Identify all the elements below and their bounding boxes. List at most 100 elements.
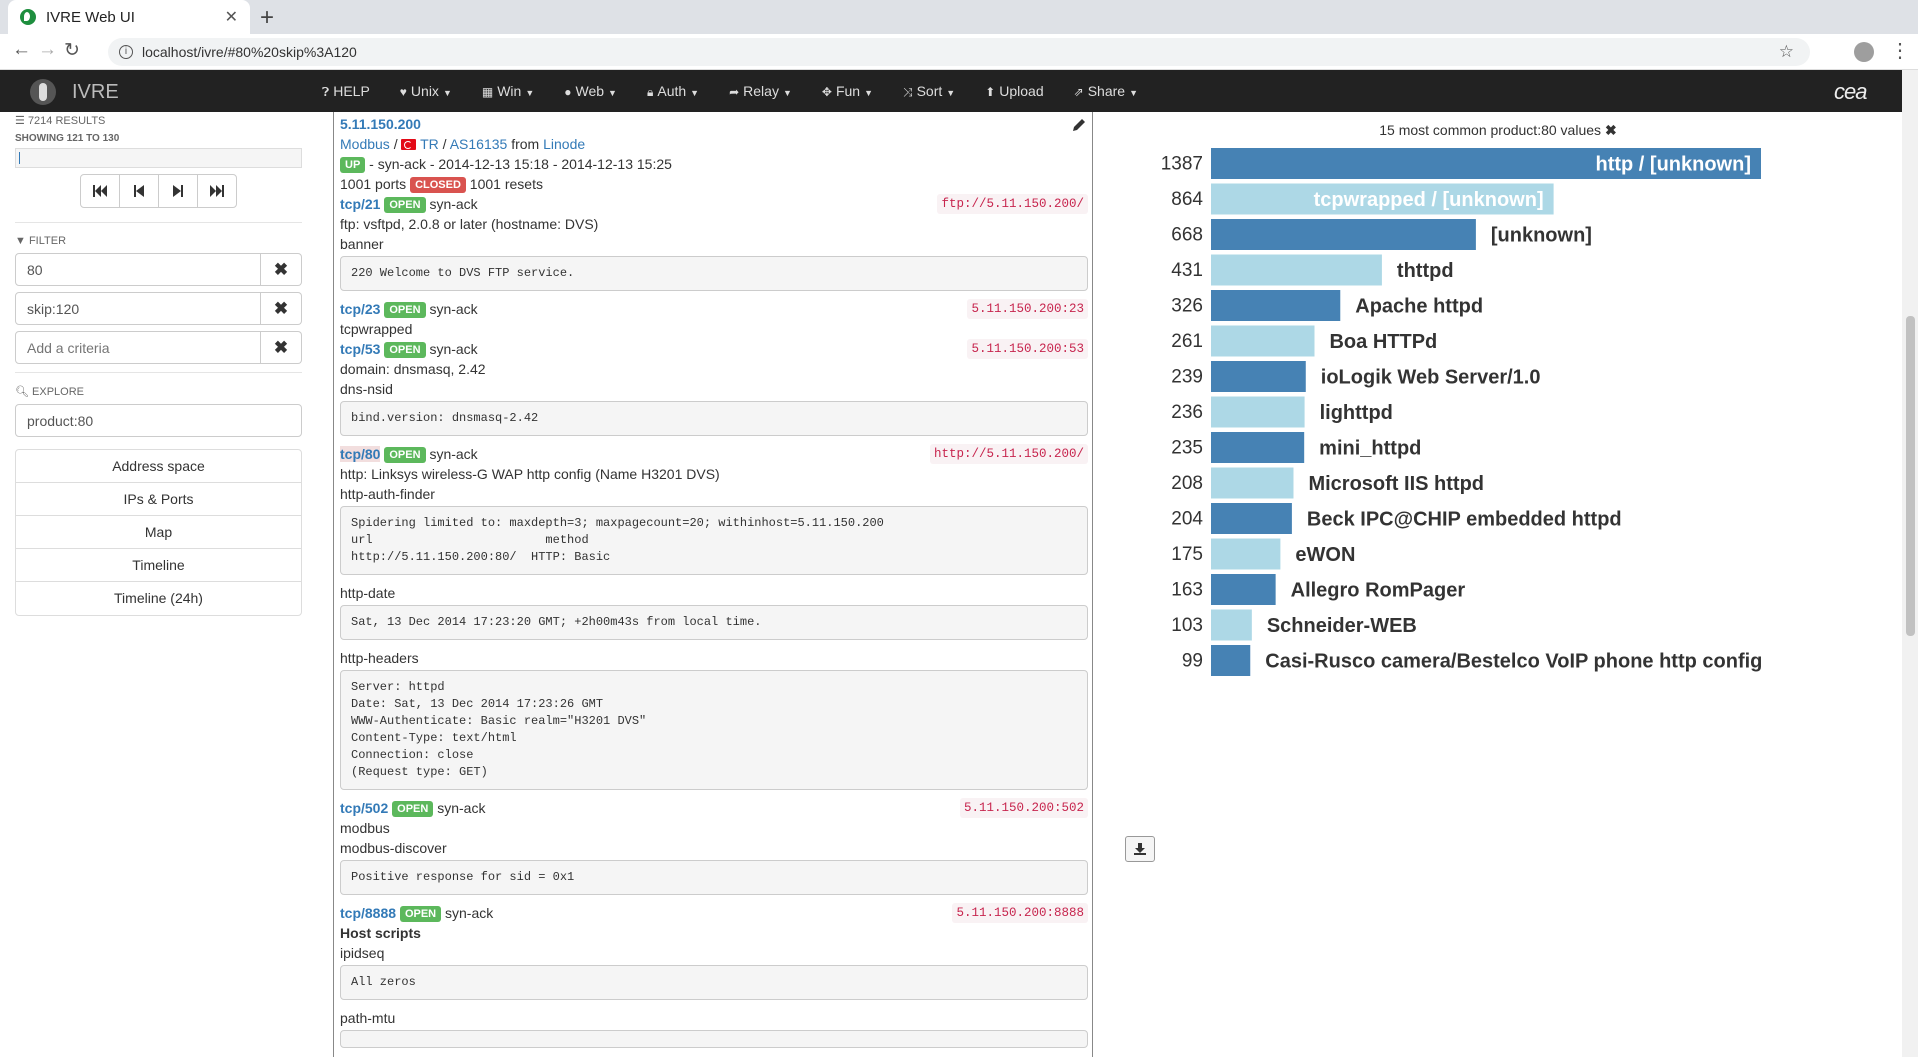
view-timeline-24h[interactable]: Timeline (24h) (16, 582, 301, 615)
showing-range: SHOWING 121 TO 130 (15, 133, 120, 144)
bar-category-label[interactable]: http / [unknown] (1595, 154, 1751, 176)
chart-bar[interactable] (1211, 467, 1294, 499)
last-page-button[interactable] (196, 174, 237, 208)
from-text: from (511, 136, 540, 152)
filter-input-1[interactable] (15, 253, 261, 286)
brand[interactable]: IVRE (30, 79, 119, 105)
port-link[interactable]: tcp/8888 (340, 905, 396, 921)
close-tab-icon[interactable]: ✕ (225, 7, 238, 27)
bar-category-label[interactable]: [unknown] (1491, 225, 1592, 247)
chart-bar[interactable] (1211, 609, 1252, 641)
bookmark-star-icon[interactable]: ☆ (1779, 38, 1794, 66)
chart-bar[interactable] (1211, 396, 1305, 428)
bar-category-label[interactable]: mini_httpd (1319, 438, 1421, 460)
add-criteria-input[interactable] (15, 331, 261, 364)
port-url[interactable]: 5.11.150.200:502 (959, 798, 1088, 818)
info-icon[interactable]: i (119, 45, 133, 59)
menu-upload[interactable]: ⬆ Upload (985, 83, 1043, 99)
remove-filter-1-button[interactable]: ✖ (261, 253, 302, 286)
bar-category-label[interactable]: ioLogik Web Server/1.0 (1321, 367, 1541, 389)
bar-value-label: 239 (1171, 367, 1203, 388)
port-link[interactable]: tcp/23 (340, 301, 380, 317)
browser-tab-strip: IVRE Web UI ✕ + (0, 0, 1918, 34)
bar-category-label[interactable]: Allegro RomPager (1291, 580, 1466, 602)
first-page-button[interactable] (79, 174, 120, 208)
port-link[interactable]: tcp/53 (340, 341, 380, 357)
category-link[interactable]: Modbus (340, 136, 390, 152)
script-name: banner (340, 236, 384, 252)
script-output: Spidering limited to: maxdepth=3; maxpag… (340, 506, 1088, 575)
chart-bar[interactable] (1211, 538, 1281, 570)
new-tab-icon[interactable]: + (260, 4, 274, 32)
bar-category-label[interactable]: thttpd (1397, 260, 1454, 282)
view-address-space[interactable]: Address space (16, 450, 301, 483)
menu-label: HELP (333, 82, 370, 99)
port-link[interactable]: tcp/80 (340, 446, 381, 462)
bar-category-label[interactable]: tcpwrapped / [unknown] (1314, 189, 1544, 211)
chart-bar[interactable] (1211, 503, 1292, 534)
menu-share[interactable]: ⇗ Share ▼ (1074, 83, 1138, 99)
browser-menu-icon[interactable]: ⋮ (1890, 38, 1910, 63)
chart-bar[interactable] (1211, 325, 1315, 357)
bar-category-label[interactable]: Microsoft IIS httpd (1308, 473, 1484, 495)
view-map[interactable]: Map (16, 516, 301, 549)
port-url[interactable]: ftp://5.11.150.200/ (937, 194, 1088, 214)
host-ip-link[interactable]: 5.11.150.200 (340, 116, 421, 132)
bar-category-label[interactable]: Boa HTTPd (1329, 331, 1437, 353)
bar-category-label[interactable]: Casi-Rusco camera/Bestelco VoIP phone ht… (1265, 651, 1762, 673)
bar-category-label[interactable]: Beck IPC@CHIP embedded httpd (1307, 509, 1622, 531)
next-page-button[interactable] (157, 174, 198, 208)
chart-bar[interactable] (1211, 432, 1305, 463)
browser-tab[interactable]: IVRE Web UI ✕ (8, 0, 250, 34)
menu-sort[interactable]: ⤨ Sort ▼ (903, 83, 955, 100)
explore-input[interactable] (15, 404, 302, 437)
chart-bar[interactable] (1211, 290, 1341, 321)
bar-category-label[interactable]: eWON (1295, 544, 1355, 566)
scrollbar-thumb[interactable] (1906, 316, 1915, 636)
port-url[interactable]: 5.11.150.200:8888 (952, 903, 1088, 923)
menu-fun[interactable]: ✥ Fun ▼ (822, 83, 873, 99)
source-link[interactable]: Linode (543, 136, 585, 152)
chart-bar[interactable] (1211, 574, 1276, 605)
menu-auth[interactable]: 🔒︎ Auth ▼ (647, 83, 699, 100)
as-link[interactable]: AS16135 (450, 136, 508, 152)
profile-avatar[interactable] (1854, 42, 1874, 62)
country-link[interactable]: TR (420, 136, 439, 152)
port-url[interactable]: http://5.11.150.200/ (929, 444, 1088, 464)
menu-web[interactable]: ● Web ▼ (564, 83, 617, 99)
port-url[interactable]: 5.11.150.200:53 (967, 339, 1088, 359)
view-ips-ports[interactable]: IPs & Ports (16, 483, 301, 516)
script-name: http-auth-finder (340, 486, 435, 502)
chart-bar[interactable] (1211, 645, 1251, 676)
chart-bar[interactable] (1211, 361, 1306, 392)
chart-bar[interactable] (1211, 254, 1382, 286)
prev-page-button[interactable] (118, 174, 159, 208)
port-link[interactable]: tcp/21 (340, 196, 380, 212)
port-url[interactable]: 5.11.150.200:23 (967, 299, 1088, 319)
chart-bar[interactable] (1211, 219, 1476, 250)
view-timeline[interactable]: Timeline (16, 549, 301, 582)
bar-category-label[interactable]: lighttpd (1320, 402, 1393, 424)
bar-category-label[interactable]: Apache httpd (1355, 296, 1483, 318)
page-scrollbar[interactable] (1902, 70, 1918, 1057)
remove-filter-2-button[interactable]: ✖ (261, 292, 302, 325)
cea-logo: cea (1834, 79, 1867, 104)
address-bar[interactable]: i localhost/ivre/#80%20skip%3A120 ☆ (108, 38, 1810, 66)
bar-value-label: 236 (1171, 402, 1203, 423)
menu-unix[interactable]: ♥ Unix ▼ (400, 83, 452, 99)
back-icon[interactable]: ← (12, 39, 31, 61)
reload-icon[interactable]: ↻ (64, 39, 80, 62)
forward-icon[interactable]: → (38, 39, 57, 61)
menu-win[interactable]: ▦ Win ▼ (482, 83, 534, 99)
crosshair-icon: ✥ (821, 85, 832, 99)
close-chart-icon[interactable]: ✖ (1605, 122, 1617, 138)
menu-help[interactable]: ❓︎ HELP (322, 83, 370, 100)
filter-input-2[interactable] (15, 292, 261, 325)
sidebar: ☰ 7214 RESULTS SHOWING 121 TO 130 ▼ FILT… (15, 114, 302, 616)
download-button[interactable] (1125, 836, 1155, 862)
bar-category-label[interactable]: Schneider-WEB (1267, 615, 1417, 637)
url-text: localhost/ivre/#80%20skip%3A120 (142, 44, 357, 60)
menu-relay[interactable]: ➦ Relay ▼ (729, 83, 792, 99)
port-link[interactable]: tcp/502 (340, 800, 388, 816)
clear-criteria-button[interactable]: ✖ (261, 331, 302, 364)
